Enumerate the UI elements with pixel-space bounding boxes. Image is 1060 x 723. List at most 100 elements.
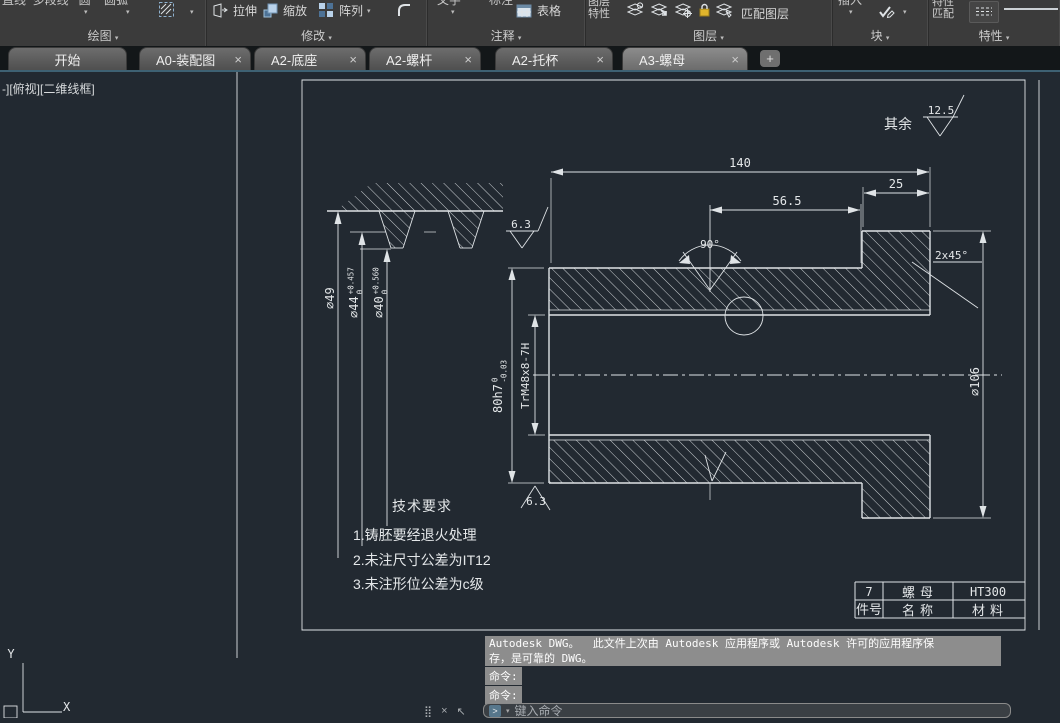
panel-label-layers[interactable]: 图层 ▾	[585, 27, 832, 44]
svg-text:∅49: ∅49	[323, 287, 337, 309]
close-icon[interactable]: ×	[721, 53, 739, 66]
surface-roughness-note: 其余 12.5	[884, 94, 965, 137]
command-prompt: 命令:	[485, 686, 522, 704]
table-icon	[516, 4, 532, 17]
svg-text:Y: Y	[7, 647, 15, 661]
tab-a0-assembly[interactable]: A0-装配图 ×	[139, 47, 251, 70]
svg-text:TrM48x8-7H: TrM48x8-7H	[519, 343, 532, 409]
svg-text:∅106: ∅106	[968, 367, 982, 396]
close-icon[interactable]: ×	[454, 53, 472, 66]
viewport-controls[interactable]: -][俯视][二维线框]	[2, 80, 95, 97]
panel-label-modify[interactable]: 修改 ▾	[206, 27, 427, 44]
layer-freeze-icon[interactable]	[674, 2, 692, 23]
title-block: 7 螺母 HT300 件号 名称 材料	[854, 581, 1025, 619]
grip-icon[interactable]: ⣿	[424, 705, 432, 718]
ribbon-panel-layers: 图层 特性 匹配图层 图层 ▾	[585, 0, 833, 46]
cursor-icon[interactable]: ↖	[457, 705, 466, 718]
layer-properties-button[interactable]: 图层 特性	[588, 0, 610, 20]
chevron-down-icon[interactable]: ▾	[190, 8, 194, 16]
new-tab-button[interactable]: +	[760, 50, 780, 67]
dim-crest-dia: ∅49	[323, 211, 342, 558]
svg-text:3.未注形位公差为c级: 3.未注形位公差为c级	[353, 576, 484, 592]
section-hatch	[549, 231, 930, 518]
tab-a2-cup[interactable]: A2-托杯 ×	[495, 47, 613, 70]
hatch-icon[interactable]	[158, 1, 175, 23]
ribbon: 直线 多段线 圆 圆弧 ▾ ▾ ▾ 绘图 ▾ 拉伸 缩放 阵列 ▾ 修改 ▾ 文…	[0, 0, 1060, 46]
edit-attributes-icon[interactable]	[878, 3, 895, 24]
thread-detail-view	[327, 183, 503, 250]
match-properties-button[interactable]: 特性 匹配	[932, 0, 954, 20]
panel-label-block[interactable]: 块 ▾	[832, 27, 928, 44]
close-icon[interactable]: ×	[441, 705, 447, 718]
panel-label-properties[interactable]: 特性 ▾	[928, 27, 1060, 44]
tab-a2-screw[interactable]: A2-螺杆 ×	[369, 47, 481, 70]
draw-tools-clipped: 直线 多段线 圆 圆弧	[2, 0, 129, 7]
ribbon-panel-properties: 特性 匹配 特性 ▾	[928, 0, 1060, 46]
close-icon[interactable]: ×	[224, 53, 242, 66]
stretch-icon	[213, 3, 228, 18]
linetype-list-icon[interactable]	[969, 1, 999, 23]
ribbon-panel-modify: 拉伸 缩放 阵列 ▾ 修改 ▾	[206, 0, 428, 46]
stretch-button[interactable]: 拉伸	[212, 2, 257, 19]
svg-text:80h70-0.03: 80h70-0.03	[491, 360, 509, 413]
text-tool-clipped: 文字	[437, 0, 462, 7]
scale-button[interactable]: 缩放	[262, 2, 307, 19]
command-dock-icons: ⣿ × ↖	[424, 705, 466, 718]
match-layer-button[interactable]: 匹配图层	[741, 5, 789, 22]
close-icon[interactable]: ×	[586, 53, 604, 66]
svg-text:材料: 材料	[972, 603, 1008, 618]
insert-tool-clipped: 插入	[838, 0, 863, 7]
command-prompt: 命令:	[485, 667, 522, 685]
chevron-down-icon[interactable]: ▾	[903, 8, 907, 16]
chevron-down-icon[interactable]: ▾	[84, 8, 88, 16]
layer-make-current-icon[interactable]	[650, 2, 668, 23]
chevron-down-icon[interactable]: ▾	[451, 8, 455, 16]
svg-text:名称: 名称	[902, 603, 938, 618]
dim-mid-dia: ∅44+0.4570	[347, 232, 366, 546]
panel-label-draw[interactable]: 绘图 ▾	[0, 27, 206, 44]
panel-label-annotate[interactable]: 注释 ▾	[427, 27, 585, 44]
svg-text:件号: 件号	[856, 602, 882, 617]
layer-lock-icon[interactable]	[697, 2, 712, 23]
roughness-lower: 6.3	[520, 485, 551, 511]
command-line-icon: >	[489, 704, 501, 717]
command-input-bar[interactable]: > ▾ 键入命令	[483, 703, 1011, 718]
close-icon[interactable]: ×	[339, 53, 357, 66]
dim-flange-dia: ∅106	[933, 230, 991, 519]
table-button[interactable]: 表格	[516, 2, 561, 19]
technical-requirements: 技术要求 1.铸胚要经退火处理 2.未注尺寸公差为IT12 3.未注形位公差为c…	[353, 498, 491, 592]
file-tab-bar: 开始 A0-装配图 × A2-底座 × A2-螺杆 × A2-托杯 × A3-螺…	[0, 46, 1060, 70]
command-history: Autodesk DWG。 此文件上次由 Autodesk 应用程序或 Auto…	[485, 636, 1001, 666]
fillet-icon[interactable]	[396, 2, 413, 24]
ribbon-panel-draw: 直线 多段线 圆 圆弧 ▾ ▾ ▾ 绘图 ▾	[0, 0, 207, 46]
svg-text:6.3: 6.3	[526, 495, 546, 508]
model-space-canvas[interactable]: -][俯视][二维线框] 7 螺母 HT300 件号 名称 材料 其余 12.5…	[0, 72, 1060, 719]
svg-text:X: X	[63, 700, 71, 714]
linetype-preview[interactable]	[1004, 8, 1058, 10]
dim-body-dia: 80h70-0.03	[491, 267, 544, 484]
layer-isolate-icon[interactable]	[715, 2, 733, 23]
chevron-down-icon[interactable]: ▾	[506, 707, 510, 715]
dimension-tool-clipped: 标注	[489, 0, 514, 7]
svg-text:56.5: 56.5	[773, 194, 802, 208]
array-button[interactable]: 阵列 ▾	[318, 2, 371, 19]
ribbon-panel-block: 插入 ▾ ▾ 块 ▾	[832, 0, 929, 46]
svg-text:12.5: 12.5	[928, 104, 955, 117]
svg-text:140: 140	[729, 156, 751, 170]
svg-text:7: 7	[865, 585, 872, 599]
sheet-frame	[236, 72, 1040, 658]
array-icon	[319, 3, 333, 17]
dim-flange-width: 25	[862, 177, 929, 227]
layer-on-icon[interactable]	[626, 2, 644, 23]
svg-text:25: 25	[889, 177, 903, 191]
tab-a3-nut[interactable]: A3-螺母 ×	[622, 47, 748, 70]
chevron-down-icon[interactable]: ▾	[849, 8, 853, 16]
tab-a2-base[interactable]: A2-底座 ×	[254, 47, 366, 70]
dim-root-dia: ∅40+0.5600	[372, 249, 391, 526]
ucs-icon[interactable]: Y X	[3, 647, 71, 719]
svg-text:HT300: HT300	[970, 585, 1006, 599]
svg-text:其余: 其余	[884, 116, 912, 132]
scale-icon	[263, 3, 278, 18]
tab-start[interactable]: 开始	[8, 47, 127, 70]
chevron-down-icon[interactable]: ▾	[126, 8, 130, 16]
